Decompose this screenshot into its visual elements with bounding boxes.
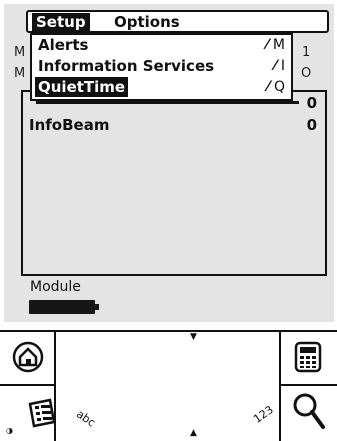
stray-char: M bbox=[14, 45, 26, 60]
list-item[interactable]: InfoBeam 0 bbox=[29, 116, 317, 134]
calculator-icon bbox=[294, 341, 322, 373]
menu-item-alerts[interactable]: Alerts ⁄ M bbox=[38, 35, 285, 55]
divider bbox=[0, 384, 54, 386]
module-label: Module bbox=[30, 279, 81, 295]
menu-button[interactable] bbox=[18, 390, 64, 436]
menu-item-label: Alerts bbox=[38, 36, 89, 54]
stray-char: O bbox=[301, 66, 312, 81]
home-icon bbox=[12, 341, 44, 373]
battery-icon bbox=[29, 300, 99, 314]
shortcut-stroke-icon: ⁄ bbox=[267, 79, 270, 95]
menu-item-information-services[interactable]: Information Services ⁄ I bbox=[38, 56, 285, 76]
list-item-value: 0 bbox=[306, 94, 317, 112]
find-icon bbox=[293, 393, 325, 429]
divider bbox=[279, 384, 337, 386]
setup-dropdown: Alerts ⁄ M Information Services ⁄ I Quie… bbox=[30, 33, 299, 104]
shortcut-key: Q bbox=[273, 79, 285, 95]
shortcut-stroke-icon: ⁄ bbox=[266, 37, 269, 53]
menu-icon bbox=[28, 398, 56, 428]
home-button[interactable] bbox=[5, 334, 51, 380]
stray-char: M bbox=[14, 66, 26, 81]
list-item-name: InfoBeam bbox=[29, 116, 110, 134]
shortcut-stroke-icon: ⁄ bbox=[274, 58, 277, 74]
stray-char: 1 bbox=[302, 45, 311, 60]
menu-item-shortcut: ⁄ Q bbox=[267, 77, 285, 97]
calculator-button[interactable] bbox=[285, 334, 331, 380]
menu-item-label: Information Services bbox=[38, 57, 215, 75]
shortcut-key: M bbox=[272, 37, 285, 53]
scroll-up-icon[interactable]: ▼ bbox=[190, 332, 197, 342]
menu-item-shortcut: ⁄ I bbox=[274, 56, 285, 76]
num-label: 123 bbox=[251, 403, 276, 426]
abc-label: abc bbox=[74, 407, 98, 430]
menu-item-label: QuietTime bbox=[35, 77, 129, 97]
silkscreen-area: ◑ ▼ ▲ abc 123 bbox=[0, 330, 337, 441]
shortcut-key: I bbox=[280, 58, 285, 74]
list-item-value: 0 bbox=[306, 116, 317, 134]
menu-item-quiettime[interactable]: QuietTime ⁄ Q bbox=[35, 77, 285, 97]
scroll-down-icon[interactable]: ▲ bbox=[190, 428, 197, 438]
find-button[interactable] bbox=[286, 388, 332, 434]
divider bbox=[0, 330, 337, 332]
menu-setup[interactable]: Setup bbox=[32, 13, 90, 32]
contrast-icon[interactable]: ◑ bbox=[6, 426, 13, 435]
menu-bar: Setup Options bbox=[26, 10, 329, 33]
menu-options[interactable]: Options bbox=[110, 13, 184, 32]
menu-item-shortcut: ⁄ M bbox=[266, 35, 285, 55]
module-list: 0 InfoBeam 0 bbox=[21, 90, 327, 276]
